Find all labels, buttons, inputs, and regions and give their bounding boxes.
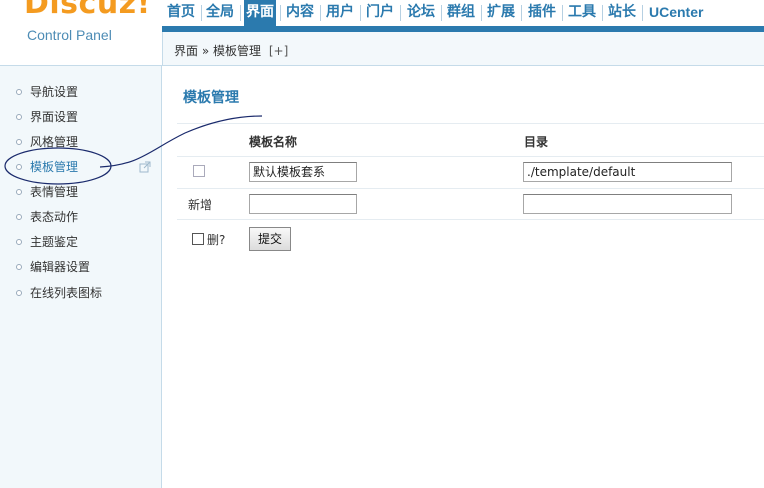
delete-label: 删? [207,233,226,247]
bullet-icon [16,213,22,220]
sidebar-item-template-manage[interactable]: 模板管理 [16,158,78,178]
nav-item-tools[interactable]: 工具 [566,0,598,26]
page-title: 模板管理 [183,90,239,106]
open-new-window-icon[interactable] [139,161,151,173]
bullet-icon [16,188,22,195]
sidebar-item-online-icons[interactable]: 在线列表图标 [16,284,102,304]
sidebar-item-label: 在线列表图标 [30,286,103,300]
sidebar-item-nav-settings[interactable]: 导航设置 [16,83,78,103]
breadcrumb-current: 模板管理 [213,44,262,58]
nav-item-global[interactable]: 全局 [204,0,236,26]
new-template-name-field[interactable] [249,194,357,214]
bullet-icon [16,238,22,245]
nav-item-interface[interactable]: 界面 [244,0,276,26]
logo-area: Discuz! Control Panel [0,0,162,66]
breadcrumb: 界面 » 模板管理 [+] [174,42,288,59]
submit-button[interactable]: 提交 [249,227,291,251]
new-template-dir-field[interactable] [523,194,732,214]
column-header-directory: 目录 [524,135,549,149]
bullet-icon [16,263,22,270]
nav-item-content[interactable]: 内容 [284,0,316,26]
nav-item-users[interactable]: 用户 [324,0,356,26]
template-dir-field[interactable]: ./template/default [523,162,732,182]
sidebar-item-smilies[interactable]: 表情管理 [16,183,78,203]
nav-item-ucenter[interactable]: UCenter [647,0,705,26]
sidebar: 导航设置 界面设置 风格管理 模板管理 表情管理 表态动作 主题鉴定 编辑器设置… [0,66,162,488]
column-header-template-name: 模板名称 [249,135,298,149]
nav-item-home[interactable]: 首页 [165,0,197,26]
nav-item-forum[interactable]: 论坛 [405,0,437,26]
nav-item-plugins[interactable]: 插件 [526,0,558,26]
main-content: 模板管理 模板名称 目录 默认模板套系 ./template/default 新… [163,67,764,488]
sidebar-item-interface-settings[interactable]: 界面设置 [16,108,78,128]
sidebar-item-style-manage[interactable]: 风格管理 [16,133,78,153]
sidebar-item-label: 表态动作 [30,210,79,224]
nav-item-extend[interactable]: 扩展 [485,0,517,26]
sidebar-item-label: 风格管理 [30,135,79,149]
bullet-icon [16,88,22,95]
sidebar-item-label: 模板管理 [30,160,79,174]
sidebar-item-editor-settings[interactable]: 编辑器设置 [16,258,90,278]
nav-item-groups[interactable]: 群组 [445,0,477,26]
bullet-icon [16,289,22,296]
sidebar-item-label: 主题鉴定 [30,235,79,249]
add-shortcut-link[interactable]: [+] [269,44,288,58]
divider [177,156,764,157]
delete-checkbox[interactable] [192,233,204,245]
sidebar-item-label: 表情管理 [30,185,79,199]
row-select-checkbox[interactable] [193,165,205,177]
sidebar-item-label: 界面设置 [30,110,79,124]
sidebar-item-label: 编辑器设置 [30,260,91,274]
bullet-icon [16,113,22,120]
divider [177,219,764,220]
top-nav: 首页 全局 界面 内容 用户 门户 论坛 群组 扩展 插件 工具 站长 UCen… [162,0,764,26]
nav-item-admin[interactable]: 站长 [606,0,638,26]
bullet-icon [16,138,22,145]
template-name-field[interactable]: 默认模板套系 [249,162,357,182]
sidebar-item-label: 导航设置 [30,85,79,99]
new-row-label: 新增 [188,198,213,212]
sidebar-item-click-actions[interactable]: 表态动作 [16,208,78,228]
nav-item-portal[interactable]: 门户 [364,0,396,26]
bullet-icon [16,163,22,170]
sidebar-item-thread-stamps[interactable]: 主题鉴定 [16,233,78,253]
divider [177,188,764,189]
breadcrumb-separator: » [201,44,210,58]
breadcrumb-bar: 界面 » 模板管理 [+] [162,32,764,66]
divider [177,123,764,124]
breadcrumb-section[interactable]: 界面 [174,44,198,58]
brand-logo: Discuz! [24,0,151,21]
brand-subtitle: Control Panel [27,27,112,43]
admin-panel: Discuz! Control Panel 首页 全局 界面 内容 用户 门户 … [0,0,764,488]
